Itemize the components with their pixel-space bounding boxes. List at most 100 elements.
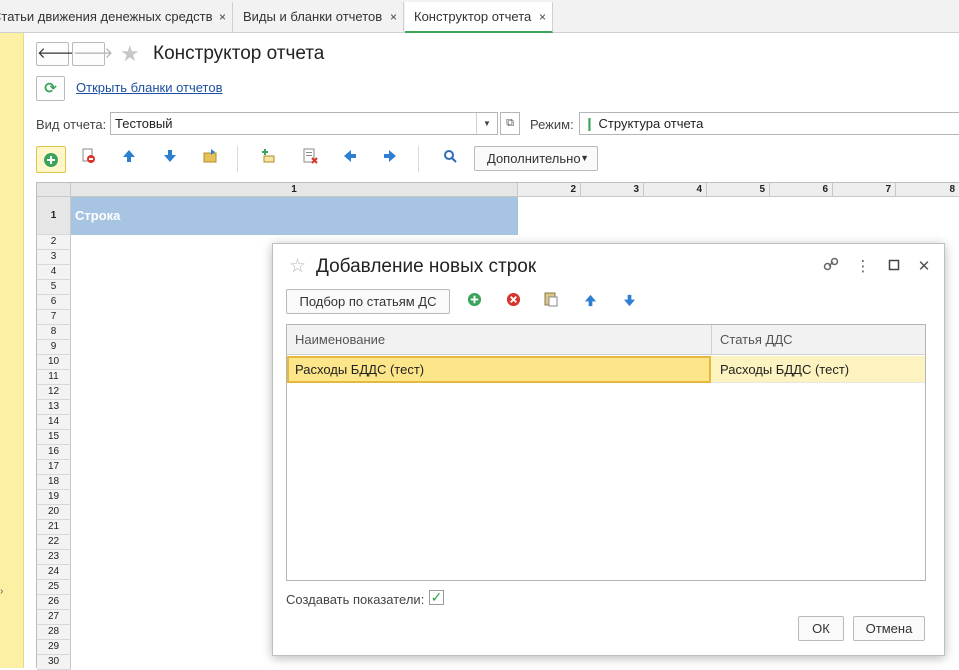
add-child-icon — [262, 149, 275, 163]
table-row[interactable]: Расходы БДДС (тест) Расходы БДДС (тест) — [287, 356, 925, 383]
tab-label: Виды и бланки отчетов — [243, 9, 383, 24]
row-header[interactable]: 22 — [37, 535, 71, 550]
sheet-cell-row[interactable]: Строка — [71, 197, 518, 235]
refresh-icon: ⟳ — [44, 80, 57, 97]
report-type-value: Тестовый — [115, 116, 173, 131]
chevron-down-icon: ▼ — [580, 153, 589, 163]
move-right-button[interactable] — [379, 148, 401, 170]
delete-button[interactable] — [77, 148, 99, 170]
row-header[interactable]: 12 — [37, 385, 71, 400]
delete-all-button[interactable] — [299, 148, 321, 170]
mode-field[interactable]: ❙ Структура отчета — [579, 112, 959, 135]
paste-icon[interactable] — [540, 291, 562, 313]
folder-move-icon — [203, 149, 217, 163]
arrow-right-icon — [384, 150, 396, 162]
column-header[interactable]: 8 — [896, 183, 959, 197]
row-header[interactable]: 9 — [37, 340, 71, 355]
close-icon[interactable]: × — [539, 2, 546, 31]
arrow-left-icon — [344, 150, 356, 162]
column-header[interactable]: 2 — [518, 183, 581, 197]
row-header[interactable]: 19 — [37, 490, 71, 505]
dropdown-icon[interactable]: ▼ — [476, 113, 497, 134]
open-icon[interactable]: ⧉ — [500, 112, 520, 135]
row-header[interactable]: 1 — [37, 197, 71, 235]
row-header[interactable]: 7 — [37, 310, 71, 325]
row-header[interactable]: 5 — [37, 280, 71, 295]
column-header[interactable]: 3 — [581, 183, 644, 197]
row-header[interactable]: 13 — [37, 400, 71, 415]
chevron-right-icon[interactable]: › — [0, 586, 3, 597]
maximize-icon[interactable] — [883, 256, 905, 278]
report-type-field[interactable]: Тестовый ▼ — [110, 112, 498, 135]
remove-icon[interactable] — [502, 291, 524, 313]
ok-button[interactable]: ОК — [798, 616, 844, 641]
tab-report-types[interactable]: Виды и бланки отчетов × — [234, 2, 404, 32]
star-icon[interactable]: ☆ — [289, 255, 306, 278]
arrow-up-icon — [123, 150, 135, 162]
row-header[interactable]: 24 — [37, 565, 71, 580]
star-icon[interactable]: ★ — [120, 41, 140, 67]
dialog-title: Добавление новых строк — [316, 256, 537, 277]
row-header[interactable]: 27 — [37, 610, 71, 625]
back-button[interactable]: 🡐 — [36, 42, 77, 66]
sheet-corner — [37, 183, 71, 197]
cell-article[interactable]: Расходы БДДС (тест) — [712, 356, 925, 383]
side-panel: › — [0, 33, 24, 668]
row-header[interactable]: 8 — [37, 325, 71, 340]
cell-name[interactable]: Расходы БДДС (тест) — [287, 356, 711, 383]
select-by-items-button[interactable]: Подбор по статьям ДС — [286, 289, 450, 314]
row-header[interactable]: 10 — [37, 355, 71, 370]
create-indicators-checkbox[interactable]: ✓ — [429, 590, 444, 605]
forward-button[interactable]: 🡒 — [72, 42, 113, 66]
table-header: Наименование Статья ДДС — [287, 325, 925, 355]
row-header[interactable]: 11 — [37, 370, 71, 385]
row-header[interactable]: 28 — [37, 625, 71, 640]
open-report-forms-link[interactable]: Открыть бланки отчетов — [76, 80, 223, 95]
close-icon[interactable]: × — [390, 2, 397, 32]
more-vert-icon[interactable]: ⋮ — [852, 256, 874, 278]
row-header[interactable]: 14 — [37, 415, 71, 430]
column-header-article[interactable]: Статья ДДС — [712, 325, 925, 355]
column-header[interactable]: 7 — [833, 183, 896, 197]
row-header[interactable]: 26 — [37, 595, 71, 610]
close-icon[interactable]: ✕ — [913, 256, 935, 278]
row-header[interactable]: 15 — [37, 430, 71, 445]
close-icon[interactable]: × — [219, 2, 226, 32]
rows-table[interactable]: Наименование Статья ДДС Расходы БДДС (те… — [286, 324, 926, 581]
row-header[interactable]: 2 — [37, 235, 71, 250]
add-child-button[interactable] — [257, 148, 279, 170]
row-header[interactable]: 23 — [37, 550, 71, 565]
move-down-button[interactable] — [159, 148, 181, 170]
arrow-down-icon[interactable] — [618, 291, 640, 313]
check-icon: ✓ — [430, 589, 443, 605]
more-button[interactable]: Дополнительно ▼ — [474, 146, 598, 171]
tab-report-constructor[interactable]: Конструктор отчета × — [405, 2, 553, 33]
link-icon[interactable] — [820, 256, 842, 278]
tab-cash-flow-items[interactable]: Статьи движения денежных средств × — [0, 2, 233, 32]
column-header[interactable]: 1 — [71, 183, 518, 197]
arrow-up-icon[interactable] — [579, 291, 601, 313]
row-header[interactable]: 20 — [37, 505, 71, 520]
add-icon[interactable] — [463, 291, 485, 313]
search-button[interactable] — [439, 148, 461, 170]
column-header[interactable]: 4 — [644, 183, 707, 197]
move-up-button[interactable] — [118, 148, 140, 170]
row-header[interactable]: 3 — [37, 250, 71, 265]
column-header[interactable]: 6 — [770, 183, 833, 197]
row-header[interactable]: 29 — [37, 640, 71, 655]
row-header[interactable]: 25 — [37, 580, 71, 595]
row-header[interactable]: 21 — [37, 520, 71, 535]
refresh-button[interactable]: ⟳ — [36, 76, 65, 101]
add-row-button[interactable] — [36, 146, 66, 173]
move-to-group-button[interactable] — [199, 148, 221, 170]
row-header[interactable]: 17 — [37, 460, 71, 475]
row-header[interactable]: 16 — [37, 445, 71, 460]
move-left-button[interactable] — [339, 148, 361, 170]
mode-label: Режим: — [530, 117, 574, 132]
column-header[interactable]: 5 — [707, 183, 770, 197]
cancel-button[interactable]: Отмена — [853, 616, 925, 641]
row-header[interactable]: 18 — [37, 475, 71, 490]
column-header-name[interactable]: Наименование — [287, 325, 712, 355]
row-header[interactable]: 6 — [37, 295, 71, 310]
row-header[interactable]: 4 — [37, 265, 71, 280]
